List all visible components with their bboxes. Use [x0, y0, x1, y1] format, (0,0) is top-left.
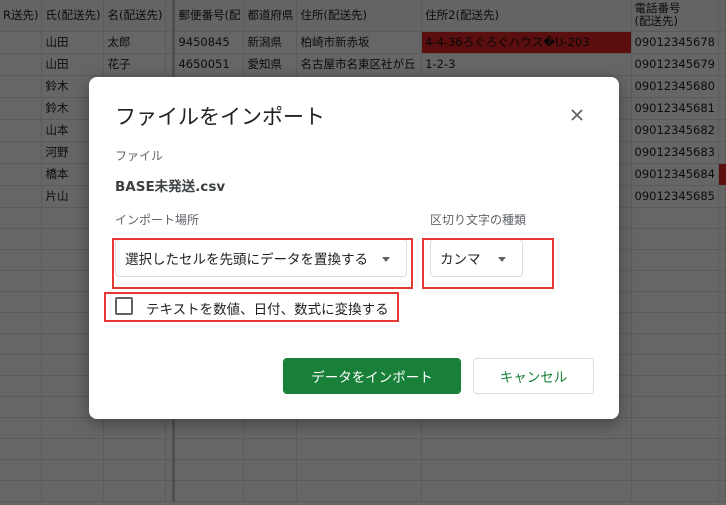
file-name: BASE未発送.csv [115, 179, 226, 195]
file-label: ファイル [115, 149, 164, 163]
separator-type-label: 区切り文字の種類 [430, 213, 527, 227]
import-file-dialog: ファイルをインポート ファイル BASE未発送.csv インポート場所 区切り文… [89, 77, 619, 419]
import-location-label: インポート場所 [115, 213, 200, 227]
import-data-button[interactable]: データをインポート [283, 358, 461, 394]
import-location-value: 選択したセルを先頭にデータを置換する [125, 252, 368, 268]
convert-text-label: テキストを数値、日付、数式に変換する [146, 302, 389, 318]
dialog-title: ファイルをインポート [115, 105, 325, 129]
separator-type-select[interactable]: カンマ [430, 239, 523, 277]
caret-down-icon [498, 257, 506, 262]
import-location-select[interactable]: 選択したセルを先頭にデータを置換する [115, 239, 407, 277]
separator-type-value: カンマ [440, 252, 481, 268]
close-icon[interactable] [566, 104, 588, 126]
caret-down-icon [382, 257, 390, 262]
convert-text-checkbox[interactable] [115, 297, 133, 315]
cancel-button[interactable]: キャンセル [473, 358, 594, 394]
